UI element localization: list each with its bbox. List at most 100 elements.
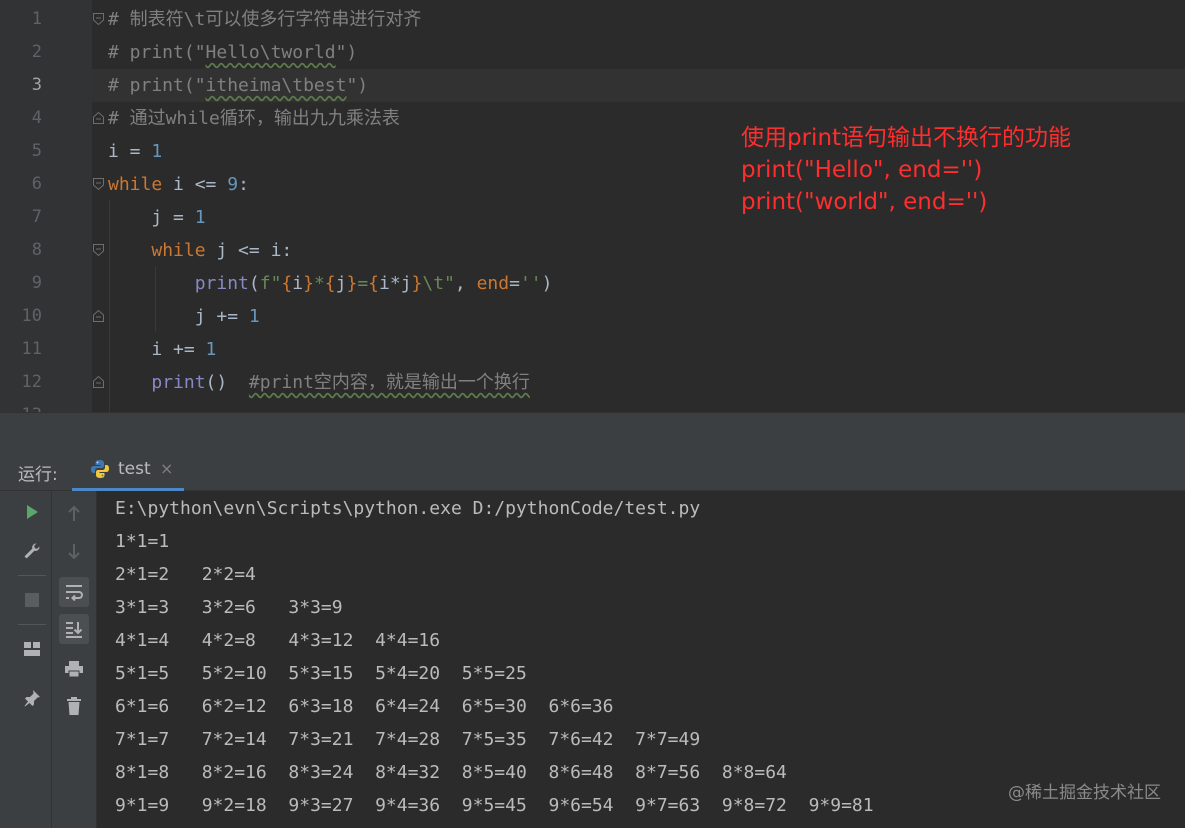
builtin-function: print xyxy=(194,273,249,294)
code-text: ( xyxy=(248,273,260,294)
rerun-icon[interactable] xyxy=(17,497,47,527)
fstring-brace: } xyxy=(303,273,314,294)
fold-open-icon[interactable] xyxy=(92,177,105,191)
comment: # print(" xyxy=(108,75,206,96)
code-text: () xyxy=(205,372,249,393)
string-literal: '' xyxy=(519,273,542,294)
code-line-7[interactable]: j = 1 xyxy=(108,201,206,234)
console-line: 6*1=6 6*2=12 6*3=18 6*4=24 6*5=30 6*6=36 xyxy=(115,696,614,717)
string-literal: * xyxy=(313,273,325,294)
line-number: 1 xyxy=(31,9,42,29)
console-line: 1*1=1 xyxy=(115,531,170,552)
console-line: 4*1=4 4*2=8 4*3=12 4*4=16 xyxy=(115,630,441,651)
code-text: : xyxy=(238,174,249,195)
print-icon[interactable] xyxy=(59,654,89,684)
wrench-icon[interactable] xyxy=(17,536,47,566)
code-text: j xyxy=(335,273,347,294)
code-editor[interactable]: 1 2 3 4 5 6 7 8 9 10 11 12 13 # 制表符\t可以使… xyxy=(0,0,1185,412)
close-icon[interactable]: × xyxy=(160,459,173,478)
arrow-down-icon[interactable] xyxy=(59,536,89,566)
code-text: i*j xyxy=(379,273,412,294)
line-number: 6 xyxy=(31,174,42,194)
fstring-brace: { xyxy=(281,273,293,294)
comment: ") xyxy=(335,42,358,63)
fold-close-icon[interactable] xyxy=(92,309,105,323)
line-number-current: 3 xyxy=(31,75,42,95)
console-command: E:\python\evn\Scripts\python.exe D:/pyth… xyxy=(115,498,701,519)
code-line-2[interactable]: # print("Hello\tworld") xyxy=(108,36,357,69)
tab-label: test xyxy=(118,459,151,479)
line-number: 11 xyxy=(21,339,42,359)
console-line: 3*1=3 3*2=6 3*3=9 xyxy=(115,597,343,618)
line-number: 7 xyxy=(31,207,42,227)
tab-test[interactable]: test × xyxy=(72,450,184,491)
line-number: 4 xyxy=(31,108,42,128)
fstring-brace: } xyxy=(346,273,358,294)
code-text: i xyxy=(292,273,304,294)
line-number: 5 xyxy=(31,141,42,161)
code-text: = xyxy=(509,273,520,294)
code-line-12[interactable]: print() #print空内容，就是输出一个换行 xyxy=(108,366,530,399)
string-literal: f" xyxy=(259,273,282,294)
string-literal: = xyxy=(357,273,369,294)
fold-open-icon[interactable] xyxy=(92,12,105,26)
console-line: 7*1=7 7*2=14 7*3=21 7*4=28 7*5=35 7*6=42… xyxy=(115,729,701,750)
run-label: 运行: xyxy=(18,465,58,485)
stop-icon[interactable] xyxy=(17,585,47,615)
python-icon xyxy=(90,459,110,483)
watermark: @稀土掘金技术社区 xyxy=(1008,783,1161,803)
fold-close-icon[interactable] xyxy=(92,375,105,389)
run-toolbar-primary xyxy=(13,491,52,828)
number-literal: 1 xyxy=(248,306,260,327)
arrow-up-icon[interactable] xyxy=(59,499,89,529)
comment: # 制表符\t可以使多行字符串进行对齐 xyxy=(108,9,422,30)
side-tool-strip xyxy=(0,491,13,828)
line-number: 8 xyxy=(31,240,42,260)
keyword: while xyxy=(108,174,163,195)
code-text: i = xyxy=(108,141,152,162)
line-number: 10 xyxy=(21,306,42,326)
code-line-4[interactable]: # 通过while循环，输出九九乘法表 xyxy=(108,102,400,135)
code-text: , xyxy=(454,273,477,294)
line-number: 12 xyxy=(21,372,42,392)
panel-splitter[interactable] xyxy=(0,412,1185,451)
string-literal: \t" xyxy=(422,273,455,294)
toolbar-separator xyxy=(18,575,46,576)
console-line: 5*1=5 5*2=10 5*3=15 5*4=20 5*5=25 xyxy=(115,663,527,684)
keyword: while xyxy=(151,240,206,261)
pin-icon[interactable] xyxy=(17,683,47,713)
toolbar-separator xyxy=(18,624,46,625)
code-line-8[interactable]: while j <= i: xyxy=(108,234,292,267)
console-line: 2*1=2 2*2=4 xyxy=(115,564,256,585)
code-line-9[interactable]: print(f"{i}*{j}={i*j}\t", end='') xyxy=(108,267,553,300)
code-line-11[interactable]: i += 1 xyxy=(108,333,216,366)
code-line-3[interactable]: # print("itheima\tbest") xyxy=(108,69,368,102)
fold-open-icon[interactable] xyxy=(92,243,105,257)
number-literal: 1 xyxy=(194,207,206,228)
code-line-1[interactable]: # 制表符\t可以使多行字符串进行对齐 xyxy=(108,3,421,36)
code-line-6[interactable]: while i <= 9: xyxy=(108,168,249,201)
comment: # 通过while循环，输出九九乘法表 xyxy=(108,108,400,129)
comment-typo: itheima\tbest xyxy=(205,75,347,96)
annotation-note: 使用print语句输出不换行的功能 print("Hello", end='')… xyxy=(741,125,1072,215)
run-tool-window-header: 运行: test × xyxy=(0,450,1185,491)
trash-icon[interactable] xyxy=(59,691,89,721)
code-text: j = xyxy=(108,207,195,228)
code-text: j <= i: xyxy=(205,240,293,261)
layout-icon[interactable] xyxy=(17,634,47,664)
comment: ") xyxy=(346,75,369,96)
console-line: 8*1=8 8*2=16 8*3=24 8*4=32 8*5=40 8*6=48… xyxy=(115,762,787,783)
run-toolbar-secondary xyxy=(52,491,97,828)
keyword-argument: end xyxy=(476,273,510,294)
fstring-brace: { xyxy=(324,273,336,294)
scroll-to-end-icon[interactable] xyxy=(59,614,89,644)
line-number: 9 xyxy=(31,273,42,293)
soft-wrap-icon[interactable] xyxy=(59,577,89,607)
fold-close-icon[interactable] xyxy=(92,111,105,125)
line-number: 2 xyxy=(31,42,42,62)
code-line-10[interactable]: j += 1 xyxy=(108,300,260,333)
code-text: i += xyxy=(108,339,206,360)
code-line-5[interactable]: i = 1 xyxy=(108,135,162,168)
